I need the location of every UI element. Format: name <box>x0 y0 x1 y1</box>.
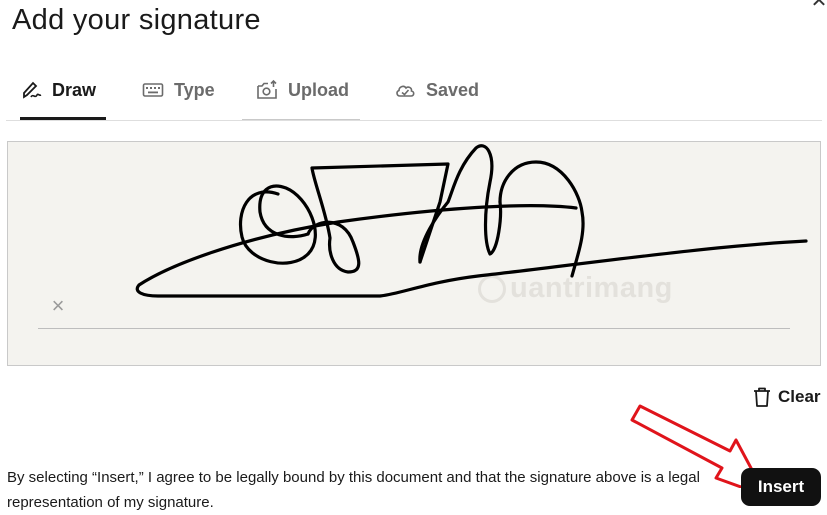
signature-tabs: Draw Type Upload Saved <box>6 62 479 122</box>
tab-draw[interactable]: Draw <box>20 62 106 120</box>
tab-type[interactable]: Type <box>142 62 222 118</box>
tab-label: Type <box>174 79 215 100</box>
tab-saved[interactable]: Saved <box>394 62 490 118</box>
pen-icon <box>23 81 42 99</box>
consent-text: By selecting “Insert,” I agree to be leg… <box>7 469 700 511</box>
keyboard-icon <box>142 83 164 97</box>
signature-stroke <box>135 144 808 298</box>
camera-upload-icon <box>257 79 277 99</box>
cloud-icon <box>396 85 415 97</box>
signature-canvas[interactable]: uantrimang × <box>7 141 821 366</box>
signature-baseline <box>38 328 790 329</box>
tab-label: Saved <box>426 79 480 100</box>
x-icon[interactable]: × <box>48 295 68 317</box>
tab-upload[interactable]: Upload <box>256 62 356 118</box>
tab-label: Draw <box>52 79 97 100</box>
insert-button[interactable]: Insert <box>741 468 821 506</box>
clear-label: Clear <box>778 387 821 406</box>
dialog-title: Add your signature <box>12 4 261 36</box>
close-icon[interactable]: ✕ <box>808 0 827 12</box>
tabs-divider <box>6 120 822 121</box>
tab-label: Upload <box>288 79 349 100</box>
